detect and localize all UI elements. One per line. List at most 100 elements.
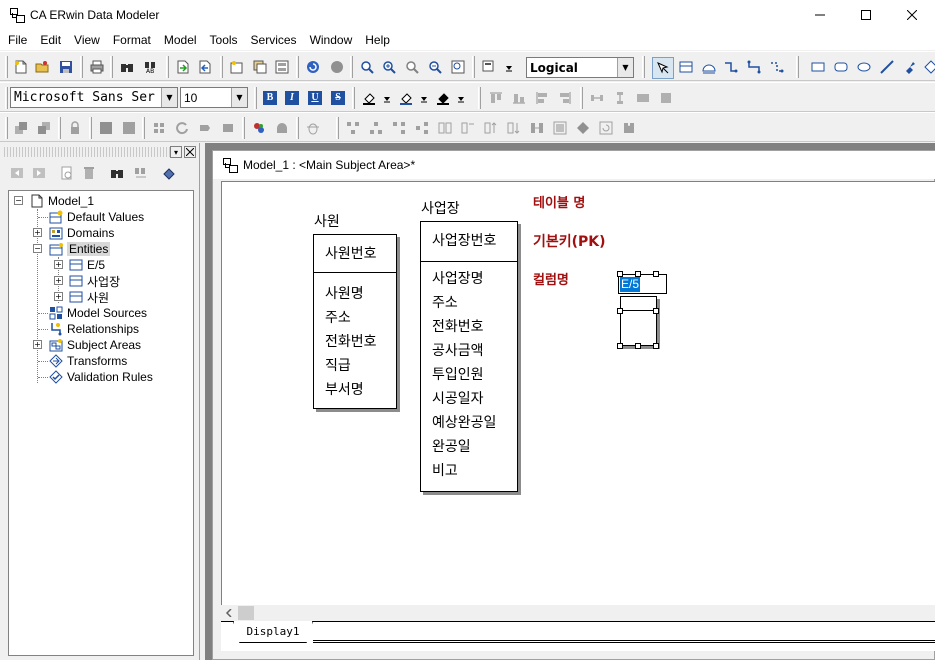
layout-circular-button[interactable] <box>413 119 431 137</box>
attribute[interactable]: 직급 <box>314 354 396 378</box>
import-button[interactable] <box>174 58 192 76</box>
explorer-options-button[interactable] <box>160 164 178 182</box>
export-button[interactable] <box>196 58 214 76</box>
bold-button[interactable]: B <box>261 89 279 107</box>
menu-help[interactable]: Help <box>357 33 395 47</box>
zoom-window-button[interactable] <box>449 58 467 76</box>
menu-window[interactable]: Window <box>302 33 358 47</box>
model-mart-button[interactable] <box>250 119 268 137</box>
menu-edit[interactable]: Edit <box>32 33 66 47</box>
font-color-button[interactable] <box>360 89 378 107</box>
non-identifying-rel-button[interactable] <box>768 58 786 76</box>
fill-color-button[interactable] <box>397 89 415 107</box>
pane-grip[interactable] <box>4 147 196 157</box>
menu-tools[interactable]: Tools <box>202 33 243 47</box>
arrange-down-button[interactable] <box>505 119 523 137</box>
tree-expand-toggle[interactable]: + <box>54 260 63 269</box>
rotate-button[interactable] <box>196 119 214 137</box>
tree-item-transforms[interactable]: Transforms <box>49 353 127 369</box>
tree-item-relationships[interactable]: Relationships <box>49 321 139 337</box>
undo-layout-button[interactable] <box>597 119 615 137</box>
new-entity-box[interactable] <box>620 296 657 346</box>
group-button[interactable] <box>97 119 115 137</box>
menu-model[interactable]: Model <box>156 33 202 47</box>
tree-expand-toggle[interactable]: + <box>33 340 42 349</box>
pk-attribute[interactable]: 사원번호 <box>314 242 396 266</box>
forward-button[interactable] <box>30 164 48 182</box>
toolbar-grip[interactable] <box>5 56 8 78</box>
line-color-dropdown[interactable] <box>452 89 470 107</box>
line-color-button[interactable] <box>434 89 452 107</box>
many-to-many-rel-button[interactable] <box>745 58 763 76</box>
italic-button[interactable]: I <box>283 89 301 107</box>
arrange-up-button[interactable] <box>482 119 500 137</box>
entity-tool-button[interactable] <box>677 58 695 76</box>
pane-close-button[interactable] <box>184 146 196 158</box>
space-horizontal-button[interactable] <box>588 89 606 107</box>
resize-handle[interactable] <box>653 308 659 314</box>
fill-color-dropdown[interactable] <box>415 89 433 107</box>
toolbar-grip[interactable] <box>5 117 8 139</box>
open-button[interactable] <box>33 58 51 76</box>
new-entity-name-editor[interactable]: E/5 <box>618 274 667 294</box>
attribute[interactable]: 공사금액 <box>421 339 517 363</box>
attribute[interactable]: 부서명 <box>314 378 396 402</box>
pane-menu-button[interactable]: ▾ <box>170 146 182 158</box>
font-size-select[interactable]: 10 ▼ <box>180 87 248 108</box>
pk-attribute[interactable]: 사업장번호 <box>421 229 517 253</box>
scroll-left-button[interactable] <box>221 605 237 621</box>
resize-handle[interactable] <box>617 271 623 277</box>
tree-item-model[interactable]: Model_1 <box>30 193 94 209</box>
layout-button[interactable] <box>273 58 291 76</box>
resize-handle[interactable] <box>653 271 659 277</box>
tree-collapse-toggle[interactable]: − <box>33 244 42 253</box>
explorer-find-button[interactable] <box>108 164 126 182</box>
save-button[interactable] <box>57 58 75 76</box>
zoom-in-button[interactable] <box>358 58 376 76</box>
print-button[interactable] <box>88 58 106 76</box>
underline-button[interactable]: U <box>306 89 324 107</box>
properties-button[interactable] <box>58 164 76 182</box>
rectangle-tool-button[interactable] <box>809 58 827 76</box>
attribute[interactable]: 사원명 <box>314 282 396 306</box>
attribute[interactable]: 전화번호 <box>421 315 517 339</box>
font-name-select[interactable]: Microsoft Sans Ser ▼ <box>10 87 178 108</box>
ungroup-button[interactable] <box>120 119 138 137</box>
tree-expand-toggle[interactable]: + <box>33 228 42 237</box>
attribute[interactable]: 사업장명 <box>421 267 517 291</box>
attribute[interactable]: 주소 <box>421 291 517 315</box>
find-button[interactable] <box>118 58 136 76</box>
tree-item-entities[interactable]: Entities <box>49 241 111 257</box>
rounded-rect-tool-button[interactable] <box>832 58 850 76</box>
resize-handle[interactable] <box>617 343 623 349</box>
tree-item-default-values[interactable]: Default Values <box>49 209 144 225</box>
puzzle-button[interactable] <box>620 119 638 137</box>
tree-item-entity-worksite[interactable]: 사업장 <box>69 273 120 289</box>
note-button[interactable] <box>551 119 569 137</box>
tree-collapse-toggle[interactable]: − <box>14 196 23 205</box>
same-height-button[interactable] <box>657 89 675 107</box>
attribute[interactable]: 완공일 <box>421 435 517 459</box>
space-vertical-button[interactable] <box>611 89 629 107</box>
notation-button[interactable] <box>480 58 498 76</box>
back-button[interactable] <box>8 164 26 182</box>
redo-button[interactable] <box>328 58 346 76</box>
find-replace-button[interactable]: AB <box>142 58 160 76</box>
attribute[interactable]: 전화번호 <box>314 330 396 354</box>
tree-item-entity-e5[interactable]: E/5 <box>69 257 105 273</box>
tree-item-domains[interactable]: Domains <box>49 225 114 241</box>
tree-item-model-sources[interactable]: Model Sources <box>49 305 147 321</box>
strikeout-button[interactable]: S <box>329 89 347 107</box>
menu-file[interactable]: File <box>0 33 32 47</box>
same-width-button[interactable] <box>634 89 652 107</box>
tree-item-validation-rules[interactable]: Validation Rules <box>49 369 153 385</box>
resize-handle[interactable] <box>617 308 623 314</box>
close-button[interactable] <box>889 0 935 30</box>
zoom-fit-button[interactable] <box>426 58 444 76</box>
layout-hierarchical-button[interactable] <box>344 119 362 137</box>
new-model-button[interactable] <box>12 58 30 76</box>
attribute[interactable]: 시공일자 <box>421 387 517 411</box>
zoom-normal-button[interactable] <box>403 58 421 76</box>
line-tool-button[interactable] <box>878 58 896 76</box>
tab-display1[interactable]: Display1 <box>233 621 313 643</box>
